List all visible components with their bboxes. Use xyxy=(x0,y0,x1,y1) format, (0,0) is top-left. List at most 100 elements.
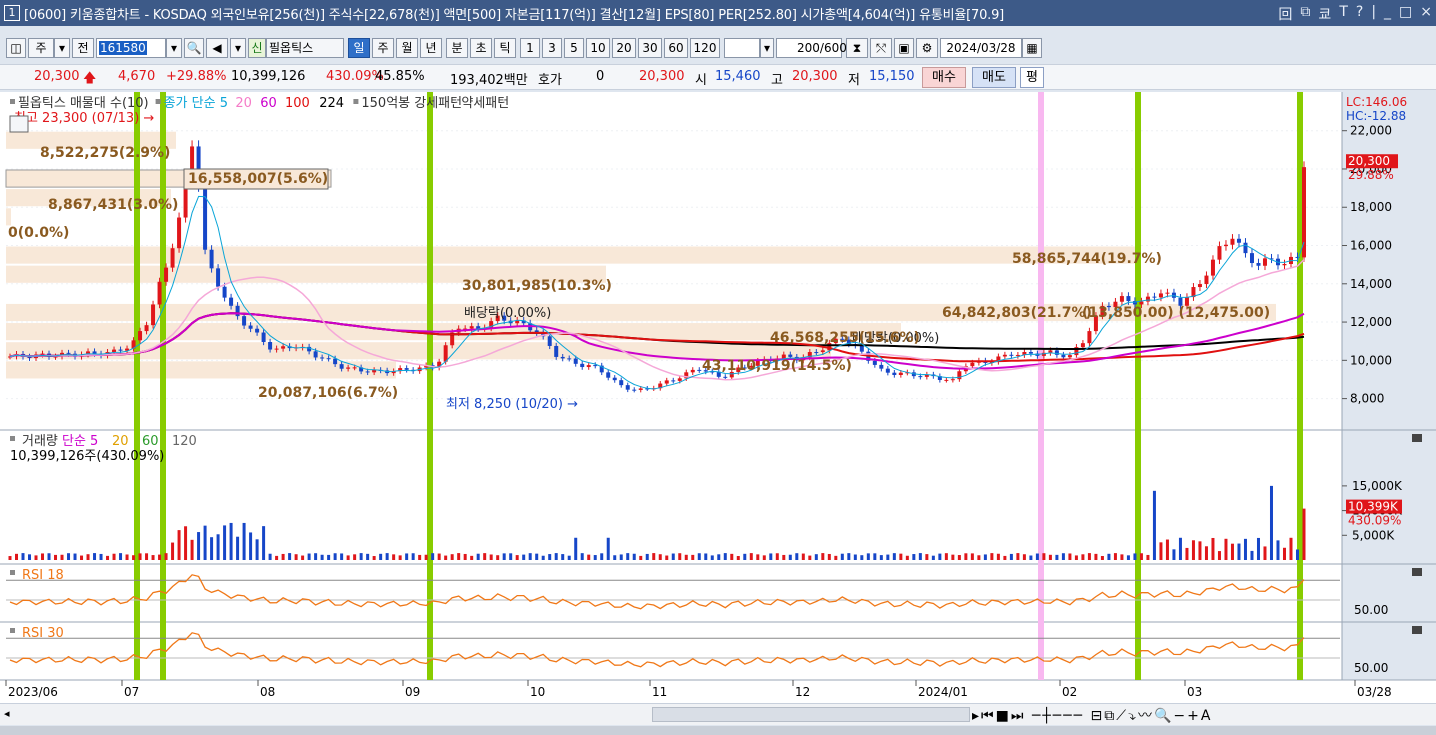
x-tick-label: 11 xyxy=(652,685,667,699)
count-input[interactable]: 200/600 xyxy=(776,38,847,58)
chart-area[interactable]: 22,00020,00018,00016,00014,00012,00010,0… xyxy=(0,92,1436,703)
hoga-value: 0 xyxy=(596,69,605,84)
font-icon[interactable]: T xyxy=(1339,4,1348,24)
trend-tool-icon[interactable]: ⤵ xyxy=(1128,708,1138,724)
volume-bar xyxy=(158,554,162,560)
volume-bar xyxy=(905,555,909,560)
tick-60[interactable]: 60 xyxy=(664,38,688,58)
volume-bar xyxy=(379,553,383,560)
tick-5[interactable]: 5 xyxy=(564,38,584,58)
tick-120[interactable]: 120 xyxy=(690,38,720,58)
panel-close-icon xyxy=(1412,626,1422,634)
chart-scrollbar[interactable]: ◂ ▸⏮■⏭ ─┼─── ⊟⧉⟋⤵〰🔍−+A xyxy=(0,703,1436,725)
calendar-icon[interactable]: ▦ xyxy=(1022,38,1042,58)
first-icon[interactable]: ⏮ xyxy=(981,708,996,724)
candle-body xyxy=(1243,242,1248,254)
sound-icon[interactable]: ◀ xyxy=(206,38,228,58)
tick-30[interactable]: 30 xyxy=(638,38,662,58)
drawing-icon[interactable]: ⤲ xyxy=(870,38,892,58)
timeline-icon[interactable]: ─┼─── xyxy=(1032,708,1084,724)
tick-1[interactable]: 1 xyxy=(520,38,540,58)
custom-tick-dropdown-icon[interactable]: ▾ xyxy=(760,38,774,58)
candle-body xyxy=(957,371,962,380)
market-select[interactable]: 주 xyxy=(28,38,54,58)
volume-profile-label: 43,110,919(14.5%) xyxy=(702,358,852,374)
new-badge: 신 xyxy=(248,38,266,58)
tick-10[interactable]: 10 xyxy=(586,38,610,58)
volume-bar xyxy=(1172,549,1176,560)
volume-bar xyxy=(912,554,916,560)
volume-bar xyxy=(717,554,721,560)
period-month[interactable]: 월 xyxy=(396,38,418,58)
volume-bar xyxy=(223,525,227,560)
play-icon[interactable]: ▸ xyxy=(972,708,981,724)
volume-profile-label: 0(0.0%) xyxy=(8,225,69,241)
tick-3[interactable]: 3 xyxy=(542,38,562,58)
pin-icon[interactable]: 쿄 xyxy=(1318,4,1331,24)
volume-bar xyxy=(8,556,12,560)
high-price: 20,300 xyxy=(792,69,838,84)
next-icon[interactable]: ⏭ xyxy=(1011,708,1026,724)
candle-body xyxy=(229,297,234,306)
volume-bar xyxy=(359,553,363,560)
period-day[interactable]: 일 xyxy=(348,38,370,58)
gear-icon[interactable]: ⚙ xyxy=(916,38,938,58)
volume-profile-label: 8,522,275(2.9%) xyxy=(40,145,170,161)
candle-body xyxy=(222,286,227,298)
volume-bar xyxy=(1224,538,1228,560)
minimize-icon[interactable]: _ xyxy=(1384,4,1391,24)
custom-tick-input[interactable] xyxy=(724,38,760,58)
period-tick[interactable]: 틱 xyxy=(494,38,516,58)
candle-body xyxy=(274,348,279,350)
high-marker: 최고 23,300 (07/13) → xyxy=(14,111,154,126)
layout-tool-icon[interactable]: ⊟ xyxy=(1091,708,1105,724)
tick-20[interactable]: 20 xyxy=(612,38,636,58)
sell-button[interactable]: 매도 xyxy=(972,67,1016,88)
candle-style-icon[interactable]: ⧗ xyxy=(846,38,868,58)
date-input[interactable]: 2024/03/28 xyxy=(940,38,1022,58)
code-input[interactable]: 161580 xyxy=(96,38,166,58)
period-year[interactable]: 년 xyxy=(420,38,442,58)
market-dropdown-icon[interactable]: ▾ xyxy=(54,38,70,58)
minus-icon[interactable]: − xyxy=(1173,708,1187,724)
window-tool-icon[interactable]: ⧉ xyxy=(1104,708,1116,724)
font-size-icon[interactable]: A xyxy=(1201,708,1213,724)
code-dropdown-icon[interactable]: ▾ xyxy=(166,38,182,58)
volume-profile-label: 64,842,803(21.7%) xyxy=(942,305,1092,321)
volume-bar xyxy=(333,553,337,560)
volume-bar xyxy=(775,553,779,560)
close-icon[interactable]: × xyxy=(1420,4,1432,24)
restore-icon[interactable]: 回 xyxy=(1278,4,1292,24)
chart-tools[interactable]: ▸⏮■⏭ ─┼─── ⊟⧉⟋⤵〰🔍−+A xyxy=(972,705,1212,725)
period-second[interactable]: 초 xyxy=(470,38,492,58)
period-week[interactable]: 주 xyxy=(372,38,394,58)
window-index: 1 xyxy=(4,5,20,21)
plus-icon[interactable]: + xyxy=(1187,708,1201,724)
candle-body xyxy=(690,369,695,373)
volume-bar xyxy=(1250,550,1254,560)
wave-tool-icon[interactable]: 〰 xyxy=(1138,708,1154,724)
volume-bar xyxy=(320,554,324,560)
scroll-thumb[interactable] xyxy=(652,707,970,722)
volume-bar xyxy=(1217,551,1221,560)
average-button[interactable]: 평 xyxy=(1020,67,1044,88)
candle-body xyxy=(1197,284,1202,288)
buy-button[interactable]: 매수 xyxy=(922,67,966,88)
prev-button[interactable]: 전 xyxy=(72,38,94,58)
save-icon[interactable]: ▣ xyxy=(894,38,914,58)
help-icon[interactable]: ? xyxy=(1356,4,1363,24)
drawing-tool-icon[interactable]: ⟋ xyxy=(1116,708,1128,724)
stop-icon[interactable]: ■ xyxy=(996,708,1011,724)
maximize-icon[interactable]: □ xyxy=(1399,4,1412,24)
layout-icon[interactable]: ◫ xyxy=(6,38,26,58)
period-minute[interactable]: 분 xyxy=(446,38,468,58)
volume-bar xyxy=(769,553,773,560)
candle-body xyxy=(476,326,481,329)
stock-name[interactable]: 필옵틱스 xyxy=(266,38,344,58)
rsi18-label: RSI 18 xyxy=(22,568,64,583)
popout-icon[interactable]: ⧉ xyxy=(1300,4,1310,24)
search-icon[interactable]: 🔍 xyxy=(184,38,204,58)
scroll-left-icon[interactable]: ◂ xyxy=(4,707,10,720)
sound-dropdown-icon[interactable]: ▾ xyxy=(230,38,246,58)
zoom-out-icon[interactable]: 🔍 xyxy=(1154,708,1173,724)
